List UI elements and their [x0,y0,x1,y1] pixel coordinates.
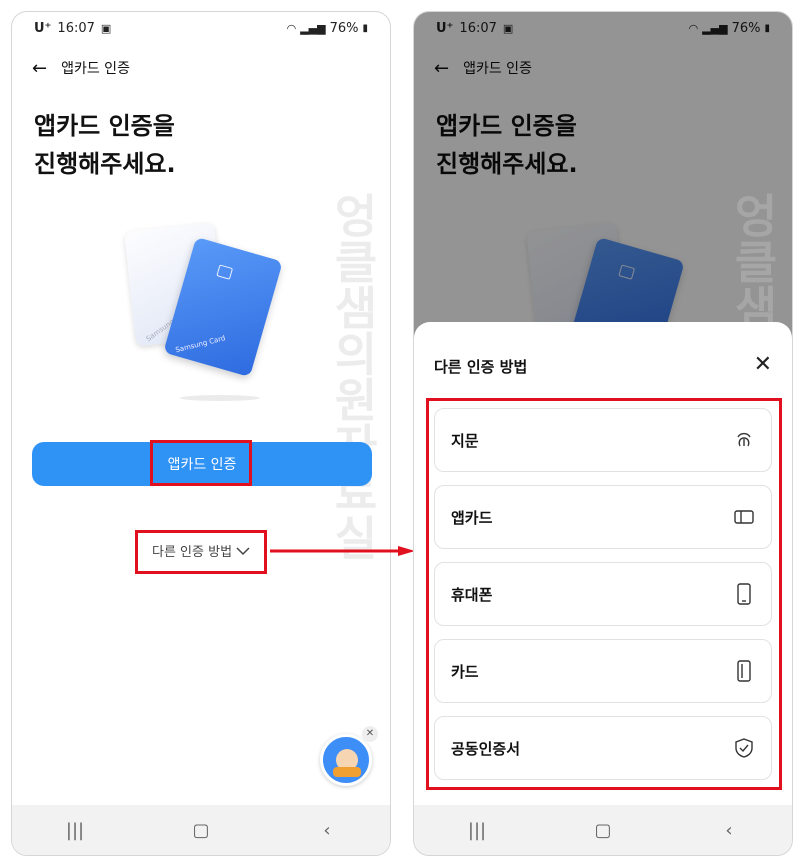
highlight-box [135,530,267,574]
card-chip-icon [216,264,234,280]
system-nav-bar: ||| ▢ ‹ [12,805,390,855]
gallery-notification-icon: ▣ [100,21,112,35]
signal-icon: ▂▄▆ [300,21,326,35]
home-icon[interactable]: ▢ [583,820,623,841]
back-icon[interactable]: ‹ [709,820,749,841]
battery-icon: ▮ [362,22,368,34]
sheet-title: 다른 인증 방법 [434,358,528,376]
page-heading: 앱카드 인증을 진행해주세요. [34,107,176,183]
recent-apps-icon[interactable]: ||| [457,820,497,841]
card-illustration: Samsung Card Samsung Card [124,217,290,401]
system-nav-bar: ||| ▢ ‹ [414,805,792,855]
heading-line-1: 앱카드 인증을 [34,112,175,140]
heading-line-2: 진행해주세요. [34,150,176,178]
phone-screen-right: U⁺ 16:07 ▣ ◠ ▂▄▆ 76% ▮ ← 앱카드 인증 앱카드 인증을 … [413,11,793,856]
back-arrow-icon[interactable]: ← [32,58,47,79]
chatbot-avatar[interactable] [320,734,372,786]
clock: 16:07 [57,20,95,36]
recent-apps-icon[interactable]: ||| [55,820,95,841]
battery-label: 76% [329,20,359,36]
watermark: 엉클샘의원자료실 [326,192,380,560]
status-bar: U⁺ 16:07 ▣ ◠ ▂▄▆ 76% ▮ [12,12,390,44]
highlight-box [150,440,252,486]
close-icon[interactable]: ✕ [362,726,378,742]
back-icon[interactable]: ‹ [307,820,347,841]
highlight-box [426,398,782,790]
phone-screen-left: U⁺ 16:07 ▣ ◠ ▂▄▆ 76% ▮ ← 앱카드 인증 앱카드 인증을 … [11,11,391,856]
carrier-label: U⁺ [34,20,52,36]
card-brand-text: Samsung Card [174,334,227,355]
avatar-scarf [333,767,361,777]
home-icon[interactable]: ▢ [181,820,221,841]
app-bar-title: 앱카드 인증 [61,61,130,77]
close-icon[interactable]: ✕ [754,352,772,377]
wifi-icon: ◠ [286,21,297,35]
app-bar: ← 앱카드 인증 [12,48,390,88]
card-shadow [180,395,260,401]
flow-arrow [270,546,415,556]
